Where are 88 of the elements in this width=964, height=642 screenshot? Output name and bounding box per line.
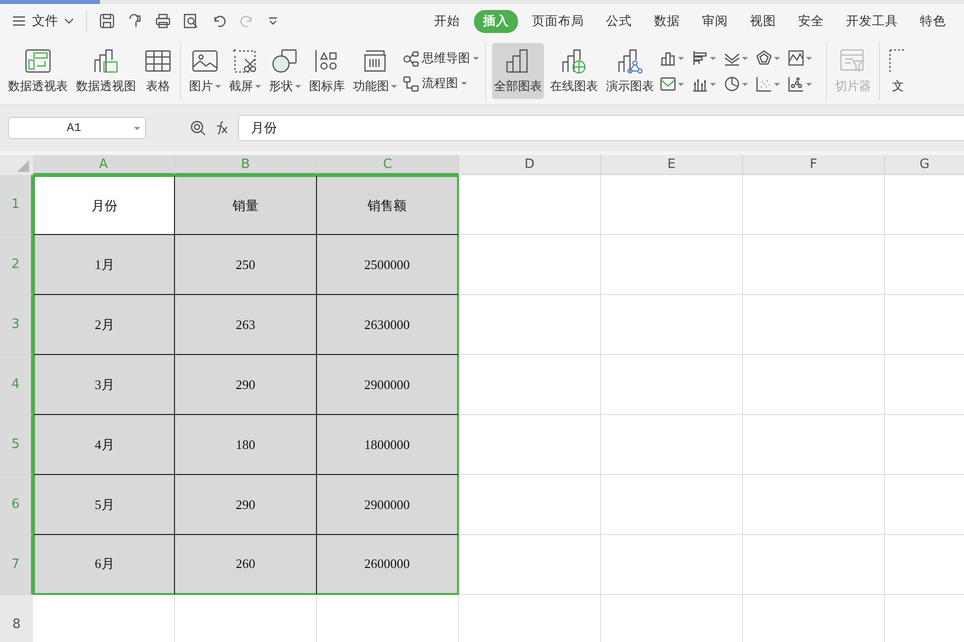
- row-header[interactable]: 8: [0, 595, 33, 642]
- column-header[interactable]: F: [743, 155, 885, 175]
- ribbon-button[interactable]: 文: [886, 43, 910, 99]
- ribbon-button[interactable]: 表格: [142, 43, 174, 99]
- table-cell: 销量: [175, 175, 317, 235]
- ribbon-tab[interactable]: 开始: [426, 10, 468, 32]
- stock-chart-icon: [692, 76, 708, 92]
- ribbon-button[interactable]: 形状: [267, 43, 303, 99]
- caret-icon: [710, 82, 716, 86]
- table-cell: 2600000: [317, 535, 459, 595]
- shapes-icon: [271, 47, 299, 75]
- caret-icon: [742, 56, 748, 60]
- table-cell: 月份: [33, 175, 175, 235]
- column-chart-icon: [660, 50, 676, 66]
- radar-chart-icon: [756, 50, 772, 66]
- caret-icon: [774, 56, 780, 60]
- save-icon[interactable]: [99, 13, 115, 29]
- table-cell: 2900000: [317, 355, 459, 415]
- ribbon-tab[interactable]: 公式: [598, 10, 640, 32]
- chart-network-icon: [616, 47, 644, 75]
- ribbon-tab[interactable]: 视图: [742, 10, 784, 32]
- ribbon-tab[interactable]: 审阅: [694, 10, 736, 32]
- table-cell: 2月: [33, 295, 175, 355]
- bar-chart-table-icon: [92, 47, 120, 75]
- table-cell: 5月: [33, 475, 175, 535]
- ribbon-tab[interactable]: 特色: [912, 10, 954, 32]
- column-header[interactable]: G: [885, 155, 964, 175]
- ribbon-button[interactable]: 功能图: [351, 43, 399, 99]
- caret-icon: [774, 82, 780, 86]
- ribbon-tab[interactable]: 开发工具: [838, 10, 906, 32]
- name-box[interactable]: A1: [8, 117, 146, 139]
- table-cell: 4月: [33, 415, 175, 475]
- caret-icon: [806, 82, 812, 86]
- pie-chart-icon: [724, 76, 740, 92]
- ribbon-button[interactable]: 在线图表: [548, 43, 600, 99]
- print-icon[interactable]: [155, 13, 171, 29]
- area-chart-icon: [788, 50, 804, 66]
- table-cell: 1月: [33, 235, 175, 295]
- ribbon-button[interactable]: 演示图表: [604, 43, 656, 99]
- table-cell: 3月: [33, 355, 175, 415]
- format-painter-icon[interactable]: [127, 13, 143, 29]
- ribbon-tab[interactable]: 安全: [790, 10, 832, 32]
- caret-icon: [134, 126, 140, 130]
- scatter-chart-icon: [756, 76, 772, 92]
- bubble-chart-icon: [788, 76, 804, 92]
- chart-globe-icon: [560, 47, 588, 75]
- ribbon-tab[interactable]: 数据: [646, 10, 688, 32]
- flowchart-icon: [403, 76, 419, 92]
- chevron-down-icon: [64, 17, 74, 25]
- corner-triangle-icon: [17, 160, 29, 172]
- file-menu-button[interactable]: 文件: [12, 12, 74, 30]
- menu-icon: [12, 15, 26, 27]
- pivot-table-icon: [24, 47, 52, 75]
- caret-icon: [678, 82, 684, 86]
- ribbon-tab[interactable]: 页面布局: [524, 10, 592, 32]
- table-cell: 2630000: [317, 295, 459, 355]
- column-header[interactable]: E: [601, 155, 743, 175]
- table-cell: 2500000: [317, 235, 459, 295]
- mind-map-icon: [403, 50, 419, 66]
- table-cell: 180: [175, 415, 317, 475]
- ribbon-button[interactable]: 全部图表: [492, 43, 544, 99]
- ribbon-button[interactable]: 数据透视表: [6, 43, 70, 99]
- screenshot-icon: [231, 47, 259, 75]
- ribbon-button[interactable]: 截屏: [227, 43, 263, 99]
- column-header[interactable]: D: [459, 155, 601, 175]
- print-preview-icon[interactable]: [183, 13, 199, 29]
- caret-icon: [806, 56, 812, 60]
- table-cell: 6月: [33, 535, 175, 595]
- ribbon-button[interactable]: 图片: [187, 43, 223, 99]
- dropdown-icon[interactable]: [267, 15, 279, 27]
- caret-icon: [678, 56, 684, 60]
- table-cell: 290: [175, 355, 317, 415]
- table-cell: 263: [175, 295, 317, 355]
- table-cell: 290: [175, 475, 317, 535]
- table-cell: 260: [175, 535, 317, 595]
- zoom-icon[interactable]: [190, 120, 206, 136]
- ribbon-button[interactable]: 图标库: [307, 43, 347, 99]
- bar-chart-horizontal-icon: [692, 50, 708, 66]
- table-cell: 销售额: [317, 175, 459, 235]
- caret-icon: [742, 82, 748, 86]
- table-cell: 1800000: [317, 415, 459, 475]
- table-cell: 2900000: [317, 475, 459, 535]
- caret-icon: [710, 56, 716, 60]
- ribbon-button[interactable]: 数据透视图: [74, 43, 138, 99]
- ribbon-button[interactable]: 流程图: [403, 75, 479, 92]
- table-cell: 250: [175, 235, 317, 295]
- ribbon-button[interactable]: 思维导图: [403, 50, 479, 67]
- formula-input[interactable]: 月份: [238, 115, 964, 141]
